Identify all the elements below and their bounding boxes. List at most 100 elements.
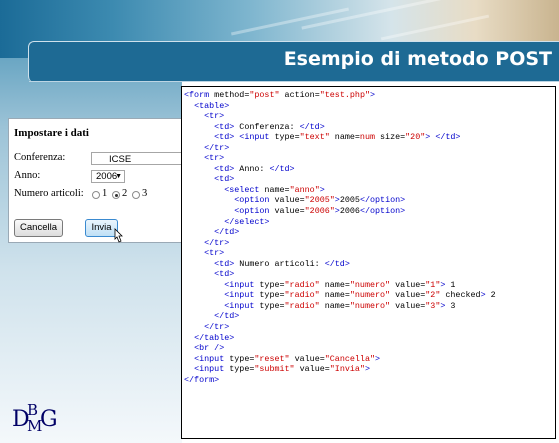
code-token-text: 1 xyxy=(445,279,456,290)
code-token-val: "Cancella" xyxy=(324,353,376,364)
year-select-value: 2006 xyxy=(96,171,118,182)
code-token-attr: value= xyxy=(269,206,305,217)
code-token-tag: <option xyxy=(234,206,270,217)
code-token-tag: </option> xyxy=(359,195,406,206)
code-token-text: 2 xyxy=(485,290,496,301)
code-token-val: "numero" xyxy=(349,279,391,290)
code-token-attr: value= xyxy=(269,195,305,206)
code-token-attr: name= xyxy=(329,132,360,143)
code-token-text: Anno: xyxy=(234,163,270,174)
code-token-text: 2005 xyxy=(339,195,360,206)
code-token-tag: > xyxy=(375,353,381,364)
code-token-val: "reset" xyxy=(254,353,290,364)
code-token-val: "post" xyxy=(249,90,280,100)
form-heading: Impostare i dati xyxy=(14,127,89,139)
code-token-attr: value= xyxy=(294,364,330,375)
code-token-text: Conferenza: xyxy=(234,121,300,132)
title-bar: Esempio di metodo POST xyxy=(28,41,559,82)
code-token-val: "2005" xyxy=(304,195,335,206)
code-token-tag: </table> xyxy=(194,332,235,343)
code-line: </table> xyxy=(184,333,496,344)
reset-button[interactable]: Cancella xyxy=(14,219,63,237)
code-line: <input type="radio" name="numero" value=… xyxy=(184,280,496,291)
code-token-tag: <td> xyxy=(214,269,235,280)
code-panel: <form method="post" action="test.php"> <… xyxy=(181,86,556,439)
code-token-tag: > xyxy=(370,90,376,100)
code-token-val: "anno" xyxy=(289,184,320,195)
code-line: <input type="radio" name="numero" value=… xyxy=(184,301,496,312)
code-token-attr: value= xyxy=(390,290,426,301)
form-preview: Impostare i dati Conferenza: ICSE Anno: … xyxy=(8,118,190,243)
code-token-attr: type= xyxy=(224,353,255,364)
code-line: <select name="anno"> xyxy=(184,185,496,196)
radio-option-2[interactable] xyxy=(112,191,120,199)
radio-label-2: 2 xyxy=(122,188,128,199)
code-line: </tr> xyxy=(184,238,496,249)
code-token-tag: </tr> xyxy=(204,142,230,153)
code-line: <td> <input type="text" name=num size="2… xyxy=(184,132,496,143)
radio-option-1[interactable] xyxy=(92,191,100,199)
code-line: <table> xyxy=(184,101,496,112)
slide: Esempio di metodo POST Impostare i dati … xyxy=(0,0,559,443)
code-token-val: "submit" xyxy=(254,364,295,375)
code-token-val: "2" xyxy=(425,290,441,301)
articles-label: Numero articoli: xyxy=(14,188,84,199)
code-line: <td> xyxy=(184,174,496,185)
code-token-val: "text" xyxy=(299,132,330,143)
code-line: <input type="radio" name="numero" value=… xyxy=(184,290,496,301)
conference-input[interactable]: ICSE xyxy=(91,152,189,165)
code-token-val: "1" xyxy=(425,279,441,290)
code-token-attr: type= xyxy=(254,279,285,290)
code-token-tag: <input xyxy=(239,132,270,143)
radio-option-3[interactable] xyxy=(132,191,140,199)
code-token-tag: <input xyxy=(224,290,255,301)
code-line: <td> Numero articoli: </td> xyxy=(184,259,496,270)
code-token-attr: type= xyxy=(254,300,285,311)
code-token-tag: </td> xyxy=(299,121,325,132)
code-token-val: "radio" xyxy=(284,300,320,311)
chevron-down-icon: ▼ xyxy=(115,173,122,180)
code-token-tag: <br /> xyxy=(194,343,225,354)
code-token-tag: <tr> xyxy=(204,248,225,259)
code-token-val: "test.php" xyxy=(319,90,370,100)
code-line: <tr> xyxy=(184,153,496,164)
code-token-tag: <input xyxy=(194,364,225,375)
code-line: </tr> xyxy=(184,143,496,154)
code-token-tag: <form xyxy=(184,90,210,100)
code-token-tag: </tr> xyxy=(204,237,230,248)
code-line: <td> Anno: </td> xyxy=(184,164,496,175)
year-select[interactable]: 2006 ▼ xyxy=(91,170,125,183)
code-line: </form> xyxy=(184,375,496,386)
code-token-attr: value= xyxy=(390,279,426,290)
code-token-attr: type= xyxy=(224,364,255,375)
code-token-tag: </td> xyxy=(214,311,240,322)
code-token-tag: <td> xyxy=(214,258,235,269)
code-token-attr: type= xyxy=(269,132,300,143)
code-token-attr: type= xyxy=(254,290,285,301)
code-line: <option value="2005">2005</option> xyxy=(184,195,496,206)
code-token-tag: <td> xyxy=(214,121,235,132)
code-token-tag: <tr> xyxy=(204,111,225,122)
code-listing: <form method="post" action="test.php"> <… xyxy=(184,90,496,385)
radio-label-1: 1 xyxy=(102,188,108,199)
code-token-val: "radio" xyxy=(284,290,320,301)
